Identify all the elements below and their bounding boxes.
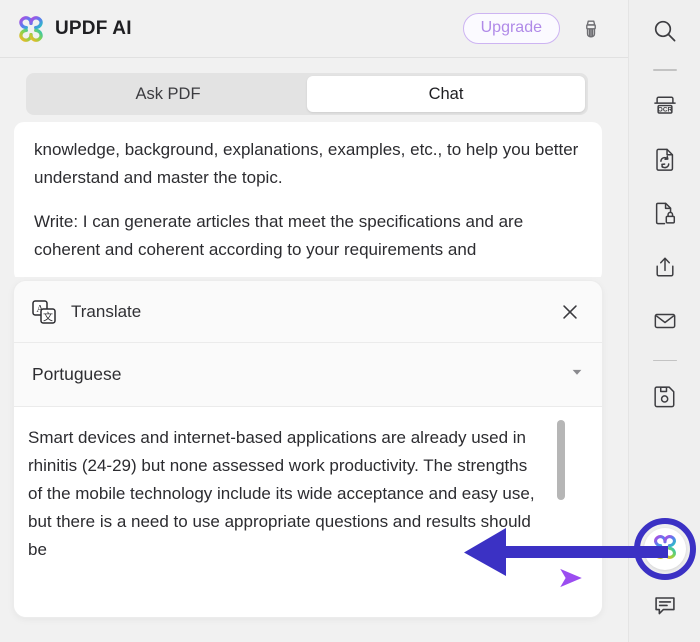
svg-text:文: 文 xyxy=(43,310,53,323)
mode-tabs: Ask PDF Chat xyxy=(26,73,588,115)
sidebar-item-search[interactable] xyxy=(642,12,688,54)
svg-text:OCR: OCR xyxy=(657,107,672,114)
brush-icon[interactable] xyxy=(578,16,604,42)
sidebar-item-comment[interactable] xyxy=(642,588,688,628)
chat-paragraph-1: knowledge, background, explanations, exa… xyxy=(34,140,579,187)
sidebar-item-ocr[interactable]: OCR xyxy=(642,87,688,129)
brand: UPDF AI xyxy=(16,14,132,44)
floppy-save-icon xyxy=(652,383,678,414)
chat-message-list[interactable]: knowledge, background, explanations, exa… xyxy=(0,122,628,277)
envelope-icon xyxy=(652,308,678,339)
sidebar-item-share[interactable] xyxy=(642,249,688,291)
translate-card-title: Translate xyxy=(71,301,142,321)
target-language-select[interactable]: Portuguese xyxy=(14,343,602,407)
target-language-value: Portuguese xyxy=(32,364,122,384)
share-upload-icon xyxy=(652,254,678,285)
upgrade-button[interactable]: Upgrade xyxy=(462,13,560,44)
updf-ai-window: UPDF AI Upgrade Ask PDF Chat knowledge, … xyxy=(0,0,700,642)
translate-source-area[interactable]: Smart devices and internet-based applica… xyxy=(14,407,602,617)
translate-card: A 文 Translate Portuguese Smart devices a… xyxy=(14,281,602,617)
ai-logo-disc xyxy=(643,528,686,570)
chat-paragraph-2: Write: I can generate articles that meet… xyxy=(34,212,524,260)
translate-source-text: Smart devices and internet-based applica… xyxy=(28,428,535,560)
search-icon xyxy=(652,18,678,49)
comment-icon xyxy=(652,593,678,624)
tool-sidebar: OCR xyxy=(628,0,700,642)
close-icon[interactable] xyxy=(556,298,584,326)
translate-icon: A 文 xyxy=(30,298,58,326)
sidebar-item-email[interactable] xyxy=(642,303,688,345)
tab-ask-pdf[interactable]: Ask PDF xyxy=(29,76,307,112)
brand-title: UPDF AI xyxy=(55,17,132,39)
updf-flower-logo-icon xyxy=(16,14,46,44)
sidebar-divider-2 xyxy=(652,359,677,362)
document-lock-icon xyxy=(652,200,678,231)
ocr-icon: OCR xyxy=(652,92,678,123)
chevron-down-icon xyxy=(570,365,584,384)
ai-assistant-button[interactable] xyxy=(633,518,696,580)
ai-panel: UPDF AI Upgrade Ask PDF Chat knowledge, … xyxy=(0,0,628,642)
translate-card-header: A 文 Translate xyxy=(14,281,602,343)
chat-message-bubble: knowledge, background, explanations, exa… xyxy=(14,122,602,277)
header-actions: Upgrade xyxy=(462,13,612,44)
ai-panel-header: UPDF AI Upgrade xyxy=(0,0,628,58)
updf-flower-logo-icon xyxy=(651,533,679,566)
sidebar-item-convert[interactable] xyxy=(642,141,688,183)
convert-document-icon xyxy=(652,146,678,177)
send-icon[interactable] xyxy=(554,563,588,593)
translate-scrollbar-thumb[interactable] xyxy=(557,420,565,500)
sidebar-item-protect[interactable] xyxy=(642,195,688,237)
sidebar-divider-1 xyxy=(652,69,677,71)
tab-chat[interactable]: Chat xyxy=(307,76,585,112)
sidebar-item-save[interactable] xyxy=(642,377,688,419)
